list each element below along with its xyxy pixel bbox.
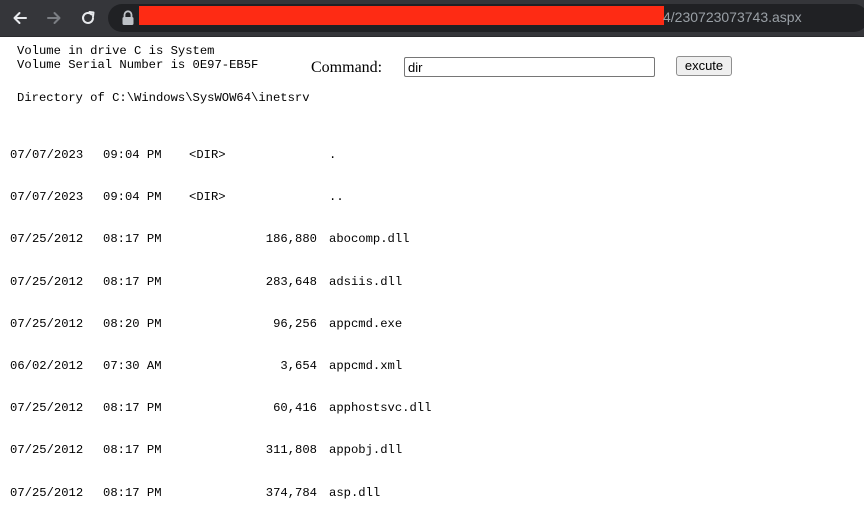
listing-row: 07/25/2012 08:20 PM 96,256 appcmd.exe xyxy=(10,316,431,333)
dir-marker: <DIR> xyxy=(189,190,226,205)
file-date: 07/25/2012 xyxy=(10,401,84,416)
directory-listing: 07/07/2023 09:04 PM <DIR>. 07/07/2023 09:04… xyxy=(10,122,431,515)
file-name: appcmd.xml xyxy=(329,358,403,373)
file-time: 09:04 PM xyxy=(103,190,162,205)
file-size: 3,654 xyxy=(280,358,317,373)
listing-row: 07/25/2012 08:17 PM 60,416 apphostsvc.dll xyxy=(10,401,432,417)
file-name: adsiis.dll xyxy=(329,274,403,289)
file-date: 07/25/2012 xyxy=(10,443,84,458)
file-size: 283,648 xyxy=(265,274,317,289)
command-label: Command: xyxy=(311,59,383,76)
listing-row: 06/02/2012 07:30 AM 3,654 appcmd.xml xyxy=(10,358,431,375)
file-date: 06/02/2012 xyxy=(10,358,84,373)
url-text[interactable]: 4/230723073743.aspx xyxy=(663,9,802,25)
command-input[interactable] xyxy=(404,57,655,77)
redacted-url-block xyxy=(139,6,664,25)
back-icon[interactable] xyxy=(8,6,32,30)
file-date: 07/25/2012 xyxy=(10,316,84,331)
listing-row: 07/25/2012 08:17 PM 283,648 adsiis.dll xyxy=(10,274,431,291)
listing-row: 07/07/2023 09:04 PM <DIR>. xyxy=(10,148,431,164)
file-time: 08:17 PM xyxy=(103,401,162,416)
volume-line-2: Volume Serial Number is 0E97-EB5F xyxy=(17,57,259,72)
forward-icon[interactable] xyxy=(42,6,66,30)
file-time: 08:17 PM xyxy=(103,485,162,500)
file-date: 07/07/2023 xyxy=(10,190,84,205)
listing-row: 07/25/2012 08:17 PM 374,784 asp.dll xyxy=(10,485,431,502)
listing-row: 07/07/2023 09:04 PM <DIR>.. xyxy=(10,190,431,206)
file-name: apphostsvc.dll xyxy=(329,401,432,416)
file-name: appobj.dll xyxy=(329,443,403,458)
listing-row: 07/25/2012 08:17 PM 311,808 appobj.dll xyxy=(10,444,431,459)
file-name: .. xyxy=(329,190,344,205)
file-size: 186,880 xyxy=(265,232,317,247)
file-time: 08:17 PM xyxy=(103,274,162,289)
browser-toolbar: 4/230723073743.aspx xyxy=(0,0,864,37)
execute-button[interactable]: excute xyxy=(676,56,732,76)
file-date: 07/25/2012 xyxy=(10,485,84,500)
file-time: 08:20 PM xyxy=(103,316,162,331)
file-time: 07:30 AM xyxy=(103,358,162,373)
file-name: . xyxy=(329,148,337,162)
file-size: 96,256 xyxy=(273,316,317,331)
file-size: 60,416 xyxy=(273,401,317,416)
volume-line-1: Volume in drive C is System xyxy=(17,44,215,58)
file-time: 09:04 PM xyxy=(103,148,162,162)
file-time: 08:17 PM xyxy=(103,443,162,458)
file-name: abocomp.dll xyxy=(329,232,410,247)
dir-marker: <DIR> xyxy=(189,148,226,162)
lock-icon[interactable] xyxy=(121,10,135,26)
file-time: 08:17 PM xyxy=(103,232,162,247)
file-name: asp.dll xyxy=(329,485,381,500)
file-date: 07/25/2012 xyxy=(10,274,84,289)
listing-row: 07/25/2012 08:17 PM 186,880 abocomp.dll xyxy=(10,233,431,248)
file-size: 311,808 xyxy=(265,443,317,458)
file-name: appcmd.exe xyxy=(329,316,403,331)
file-date: 07/25/2012 xyxy=(10,232,84,247)
volume-info: Volume in drive C is System Volume Seria… xyxy=(17,44,259,72)
reload-icon[interactable] xyxy=(76,6,100,30)
directory-header: Directory of C:\Windows\SysWOW64\inetsrv xyxy=(17,91,310,105)
file-date: 07/07/2023 xyxy=(10,148,84,162)
file-size: 374,784 xyxy=(265,485,317,500)
